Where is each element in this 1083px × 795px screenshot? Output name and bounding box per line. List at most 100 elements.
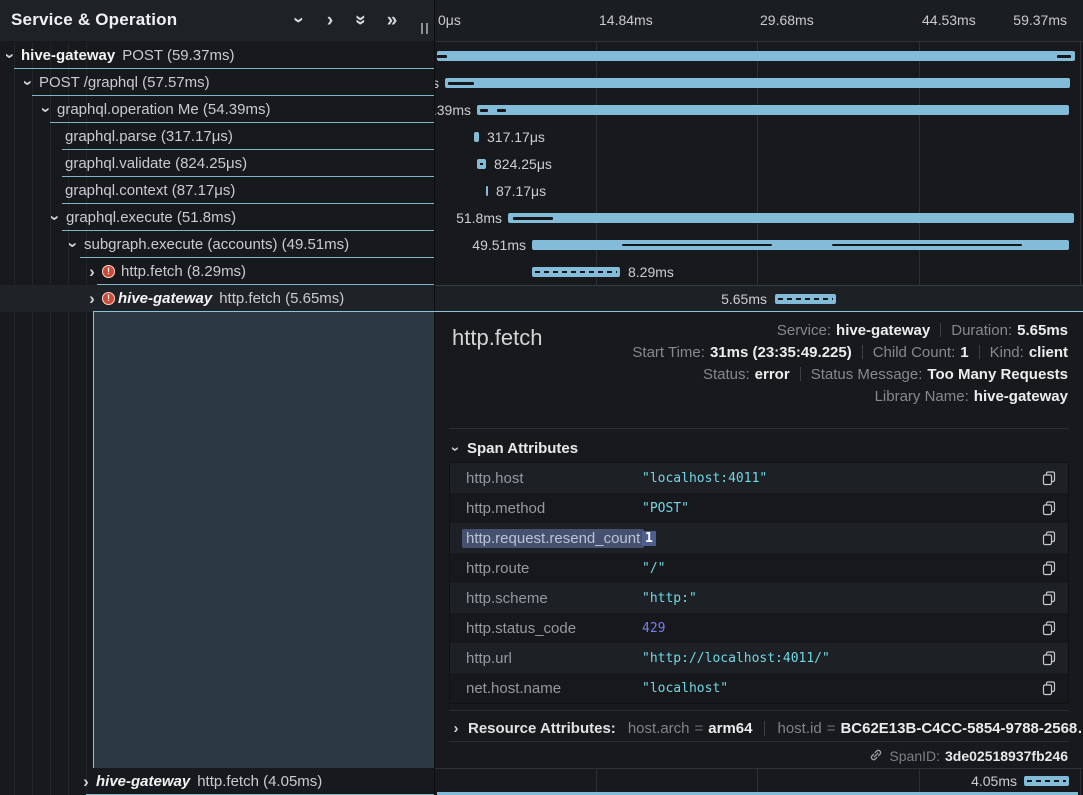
attribute-value: "/" <box>642 561 665 576</box>
tree-row-root[interactable]: › hive-gateway POST (59.37ms) <box>0 42 435 69</box>
chevron-down-icon[interactable]: › <box>21 76 37 90</box>
meta-label: Start Time: <box>632 344 705 361</box>
tree-row-graphql-context[interactable]: graphql.context (87.17μs) <box>0 177 435 204</box>
bar-segment <box>622 244 772 246</box>
copy-icon[interactable] <box>1042 681 1056 696</box>
bar-duration-label: 8.29ms <box>628 264 674 281</box>
span-attributes-title: Span Attributes <box>467 440 578 457</box>
tree-row-http-fetch-1[interactable]: › ! http.fetch (8.29ms) <box>0 258 435 285</box>
meta-label: Library Name: <box>875 388 969 405</box>
span-bar-graphql-context[interactable] <box>486 186 488 196</box>
chevron-down-icon[interactable]: › <box>3 49 19 63</box>
tree-row-graphql-parse[interactable]: graphql.parse (317.17μs) <box>0 123 435 150</box>
meta-label: Status: <box>703 366 750 383</box>
chevron-down-icon[interactable]: › <box>66 238 82 252</box>
span-bar-graphql-validate[interactable] <box>477 159 486 169</box>
meta-value: 5.65ms <box>1017 322 1068 339</box>
resource-separator <box>764 721 765 736</box>
span-label: http.fetch (5.65ms) <box>219 290 344 307</box>
meta-separator <box>800 367 801 381</box>
bar-duration-label: 317.17μs <box>487 129 545 146</box>
service-name: hive-gateway <box>21 47 115 64</box>
ruler-tick: 14.84ms <box>599 12 653 28</box>
tree-row-http-fetch-2[interactable]: › hive-gateway http.fetch (4.05ms) <box>0 768 435 795</box>
attribute-row-selected[interactable]: http.request.resend_count 1 <box>450 523 1068 553</box>
bar-segment <box>497 109 506 112</box>
copy-icon[interactable] <box>1042 471 1056 486</box>
span-bar-subgraph-execute[interactable] <box>532 240 1069 250</box>
collapse-all-icon[interactable]: » <box>352 11 370 29</box>
tree-row-http-fetch-selected[interactable]: › ! hive-gateway http.fetch (5.65ms) <box>0 285 435 312</box>
tree-header: Service & Operation › › » » <box>0 0 435 41</box>
meta-separator <box>979 345 980 359</box>
expand-all-icon[interactable]: » <box>383 11 401 29</box>
panel-resize-handle[interactable] <box>421 23 428 34</box>
equals-sign: = <box>695 720 704 737</box>
bar-duration-label: 57.57ms <box>435 75 439 92</box>
copy-icon[interactable] <box>1042 621 1056 636</box>
bar-duration-label: 49.51ms <box>456 237 526 254</box>
tree-row-subgraph-execute[interactable]: › subgraph.execute (accounts) (49.51ms) <box>0 231 435 258</box>
attribute-value: "localhost" <box>642 681 728 696</box>
span-bar-http-fetch-1[interactable] <box>532 267 620 277</box>
tree-row-graphql-validate[interactable]: graphql.validate (824.25μs) <box>0 150 435 177</box>
bar-segment <box>832 244 1022 246</box>
span-bar-http-fetch-2[interactable] <box>1024 776 1069 786</box>
span-label: graphql.operation Me (54.39ms) <box>57 101 270 118</box>
tree-row-graphql-execute[interactable]: › graphql.execute (51.8ms) <box>0 204 435 231</box>
tree-toolbar: › › » » <box>290 11 401 29</box>
span-bar-graphql-execute[interactable] <box>508 213 1074 223</box>
bar-segment <box>437 55 447 58</box>
span-label: POST (59.37ms) <box>122 47 234 64</box>
attribute-row[interactable]: http.method "POST" <box>450 493 1068 523</box>
meta-label: Status Message: <box>811 366 923 383</box>
panel-divider[interactable] <box>434 0 435 795</box>
chevron-down-icon[interactable]: › <box>39 103 55 117</box>
attribute-row[interactable]: http.host "localhost:4011" <box>450 463 1068 493</box>
attribute-row[interactable]: http.status_code 429 <box>450 613 1068 643</box>
meta-value: client <box>1029 344 1068 361</box>
chevron-right-icon[interactable]: › <box>85 264 99 280</box>
chevron-down-icon[interactable]: › <box>48 211 64 225</box>
chevron-right-icon[interactable]: › <box>79 774 93 790</box>
span-bar-http-fetch-selected[interactable] <box>775 294 836 304</box>
tree-row-post-graphql[interactable]: › POST /graphql (57.57ms) <box>0 69 435 96</box>
tree-row-operation-me[interactable]: › graphql.operation Me (54.39ms) <box>0 96 435 123</box>
meta-value: 1 <box>960 344 968 361</box>
divider <box>449 428 1069 429</box>
chevron-right-icon[interactable]: › <box>85 291 99 307</box>
span-bar-post-graphql[interactable] <box>445 78 1070 88</box>
copy-icon[interactable] <box>1042 531 1056 546</box>
time-ruler: 0μs 14.84ms 29.68ms 44.53ms 59.37ms <box>435 0 1083 42</box>
attribute-row[interactable]: net.host.name "localhost" <box>450 673 1068 703</box>
resource-key: host.arch <box>628 720 690 737</box>
expand-one-level-icon[interactable]: › <box>321 11 339 29</box>
span-bar-operation-me[interactable] <box>477 105 1069 115</box>
bar-segment <box>480 109 488 112</box>
copy-icon[interactable] <box>1042 561 1056 576</box>
attribute-row[interactable]: http.route "/" <box>450 553 1068 583</box>
meta-value: hive-gateway <box>974 388 1068 405</box>
meta-label: Child Count: <box>873 344 956 361</box>
bar-duration-label: 824.25μs <box>494 156 552 173</box>
attribute-row[interactable]: http.url "http://localhost:4011/" <box>450 643 1068 673</box>
selection-underline <box>93 311 1083 312</box>
copy-icon[interactable] <box>1042 501 1056 516</box>
collapse-one-level-icon[interactable]: › <box>290 11 308 29</box>
span-label: graphql.execute (51.8ms) <box>66 209 236 226</box>
attribute-row[interactable]: http.scheme "http:" <box>450 583 1068 613</box>
service-name: hive-gateway <box>96 773 190 790</box>
resource-attributes-header[interactable]: › Resource Attributes: host.arch = arm64… <box>449 716 1083 740</box>
copy-icon[interactable] <box>1042 591 1056 606</box>
copy-icon[interactable] <box>1042 651 1056 666</box>
span-bar-graphql-parse[interactable] <box>474 132 479 142</box>
resource-value: arm64 <box>708 720 752 737</box>
span-id-value: 3de02518937fb246 <box>945 748 1068 764</box>
resource-attributes-title: Resource Attributes: <box>468 720 616 737</box>
span-tree-panel: Service & Operation › › » » › hive-gatew… <box>0 0 435 795</box>
bar-segment <box>1057 55 1071 58</box>
span-attributes-header[interactable]: › Span Attributes <box>449 440 578 457</box>
span-detail-panel: http.fetch Service:hive-gatewayDuration:… <box>435 312 1083 768</box>
span-bar-root[interactable] <box>437 51 1075 61</box>
attribute-value: "http:" <box>642 591 697 606</box>
